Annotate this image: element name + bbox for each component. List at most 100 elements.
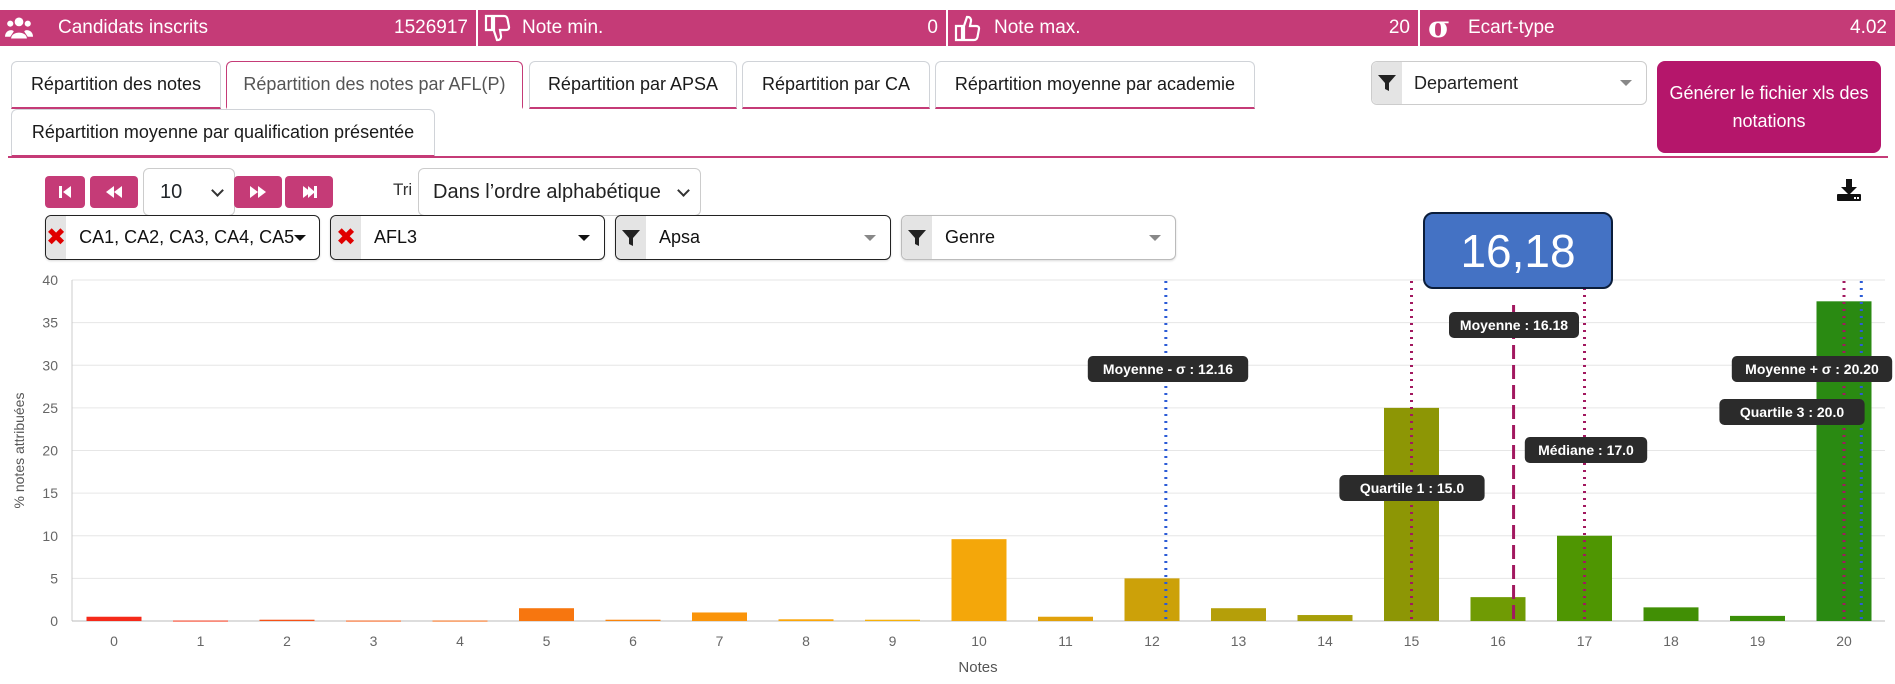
bar-2 bbox=[259, 619, 315, 621]
x-tick-label: 19 bbox=[1750, 633, 1766, 649]
page-size-value: 10 bbox=[160, 180, 183, 203]
x-tick-label: 13 bbox=[1231, 633, 1247, 649]
x-tick-label: 12 bbox=[1144, 633, 1160, 649]
bar-16 bbox=[1470, 597, 1526, 621]
x-tick-label: 11 bbox=[1058, 633, 1073, 649]
y-tick-label: 35 bbox=[42, 315, 58, 331]
generate-xls-button[interactable]: Générer le fichier xls des notations bbox=[1657, 61, 1881, 153]
departement-filter[interactable]: Departement bbox=[1371, 61, 1647, 105]
x-tick-label: 20 bbox=[1836, 633, 1852, 649]
annotation-label: Médiane : 17.0 bbox=[1538, 442, 1634, 458]
x-tick-label: 8 bbox=[802, 633, 810, 649]
notes-distribution-chart: 05101520253035400 1 2 3 4 5 6 7 8 9 10 11 12 13 14 15 16… bbox=[11, 272, 1893, 676]
tab-repartition-academie[interactable]: Répartition moyenne par academie bbox=[935, 61, 1255, 109]
ecart-value: 4.02 bbox=[1850, 17, 1887, 38]
thumbs-up-icon bbox=[948, 10, 986, 46]
filter-icon bbox=[616, 216, 646, 259]
ca-filter-value: CA1, CA2, CA3, CA4, CA5 bbox=[79, 227, 295, 247]
first-page-button[interactable] bbox=[45, 176, 85, 208]
prev-page-button[interactable] bbox=[90, 176, 138, 208]
tab-repartition-apsa[interactable]: Répartition par APSA bbox=[529, 61, 737, 109]
x-tick-label: 3 bbox=[370, 633, 378, 649]
download-icon[interactable] bbox=[1836, 178, 1862, 202]
x-tick-label: 1 bbox=[197, 633, 205, 649]
afl-filter[interactable]: ✖ AFL3 bbox=[330, 215, 605, 260]
bar-18 bbox=[1643, 607, 1699, 621]
clear-afl-filter-icon[interactable]: ✖ bbox=[331, 216, 361, 259]
x-tick-label: 0 bbox=[110, 633, 118, 649]
chevron-down-icon bbox=[1620, 80, 1632, 86]
next-page-button[interactable] bbox=[234, 176, 282, 208]
x-tick-label: 14 bbox=[1317, 633, 1333, 649]
ca-filter[interactable]: ✖ CA1, CA2, CA3, CA4, CA5 bbox=[45, 215, 320, 260]
rewind-icon bbox=[106, 186, 122, 198]
apsa-filter-value: Apsa bbox=[659, 227, 701, 247]
mean-value-badge: 16,18 bbox=[1423, 212, 1613, 289]
stats-bar: Candidats inscrits 1526917 Note min. 0 N… bbox=[0, 10, 1895, 46]
x-tick-label: 7 bbox=[716, 633, 724, 649]
fast-forward-icon bbox=[250, 186, 266, 198]
x-tick-label: 2 bbox=[283, 633, 291, 649]
x-tick-label: 10 bbox=[971, 633, 987, 649]
x-tick-label: 9 bbox=[889, 633, 897, 649]
bar-10 bbox=[951, 539, 1007, 621]
y-tick-label: 0 bbox=[50, 613, 58, 629]
sigma-icon: σ bbox=[1427, 10, 1451, 45]
skip-first-icon bbox=[59, 186, 71, 198]
bar-20 bbox=[1816, 301, 1872, 621]
bar-8 bbox=[778, 619, 834, 621]
tab-repartition-ca[interactable]: Répartition par CA bbox=[742, 61, 930, 109]
y-tick-label: 20 bbox=[42, 443, 58, 459]
bar-5 bbox=[519, 608, 574, 621]
apsa-filter[interactable]: Apsa bbox=[615, 215, 891, 260]
chevron-down-icon bbox=[677, 183, 690, 197]
candidats-value: 1526917 bbox=[394, 17, 468, 38]
bar-9 bbox=[865, 619, 920, 621]
bar-6 bbox=[605, 619, 661, 621]
stat-note-max: Note max. 20 bbox=[948, 10, 1420, 46]
bar-1 bbox=[173, 620, 228, 622]
y-tick-label: 10 bbox=[42, 528, 58, 544]
bar-11 bbox=[1038, 616, 1093, 621]
tab-repartition-afl[interactable]: Répartition des notes par AFL(P) bbox=[226, 61, 523, 109]
filter-icon bbox=[1372, 62, 1402, 104]
sort-select[interactable]: Dans l’ordre alphabétique bbox=[418, 168, 701, 216]
chevron-down-icon bbox=[864, 234, 876, 241]
genre-filter-value: Genre bbox=[945, 227, 996, 247]
bar-4 bbox=[432, 620, 488, 622]
annotation-label: Moyenne + σ : 20.20 bbox=[1745, 361, 1879, 377]
stat-candidats: Candidats inscrits 1526917 bbox=[0, 10, 478, 46]
tabs-divider bbox=[8, 156, 1888, 158]
sort-label: Tri bbox=[393, 180, 413, 199]
chevron-down-icon bbox=[578, 234, 590, 241]
bar-13 bbox=[1211, 608, 1266, 621]
x-tick-label: 5 bbox=[543, 633, 551, 649]
x-tick-label: 16 bbox=[1490, 633, 1506, 649]
last-page-button[interactable] bbox=[285, 176, 333, 208]
y-tick-label: 5 bbox=[50, 570, 58, 586]
x-tick-label: 15 bbox=[1404, 633, 1420, 649]
chevron-down-icon bbox=[1149, 234, 1161, 241]
y-tick-label: 25 bbox=[42, 400, 58, 416]
bar-19 bbox=[1730, 615, 1785, 621]
bar-0 bbox=[86, 616, 142, 621]
x-tick-label: 18 bbox=[1663, 633, 1679, 649]
tab-repartition-notes[interactable]: Répartition des notes bbox=[11, 61, 221, 109]
tab-repartition-qualification[interactable]: Répartition moyenne par qualification pr… bbox=[11, 109, 435, 157]
annotation-label: Moyenne - σ : 12.16 bbox=[1103, 361, 1233, 377]
y-tick-label: 40 bbox=[42, 272, 58, 288]
x-tick-label: 17 bbox=[1577, 633, 1593, 649]
note-max-label: Note max. bbox=[994, 17, 1081, 38]
bar-7 bbox=[692, 612, 747, 621]
thumbs-down-icon bbox=[478, 10, 516, 46]
bar-3 bbox=[346, 620, 401, 622]
skip-last-icon bbox=[303, 186, 317, 198]
afl-filter-value: AFL3 bbox=[374, 227, 418, 247]
page-size-select[interactable]: 10 bbox=[143, 168, 235, 216]
genre-filter[interactable]: Genre bbox=[901, 215, 1176, 260]
y-axis-label: % notes attribuées bbox=[11, 393, 27, 509]
stat-ecart-type: σ Ecart-type 4.02 bbox=[1420, 10, 1895, 46]
clear-ca-filter-icon[interactable]: ✖ bbox=[46, 216, 67, 259]
sort-value: Dans l’ordre alphabétique bbox=[433, 180, 661, 203]
ecart-label: Ecart-type bbox=[1468, 17, 1555, 38]
